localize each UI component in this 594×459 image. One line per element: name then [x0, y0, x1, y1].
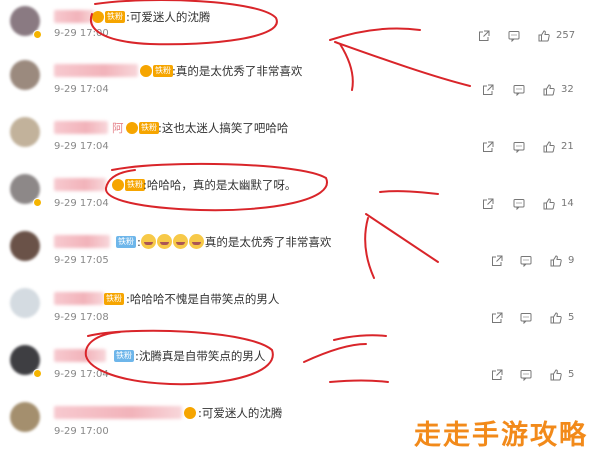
comment-text: :真的是太优秀了非常喜欢: [172, 64, 303, 78]
comment-icon[interactable]: [506, 28, 522, 44]
comment-text: :真的是太优秀了非常喜欢: [137, 234, 332, 249]
thumbs-up-icon[interactable]: [548, 310, 564, 326]
username-blurred[interactable]: [54, 64, 138, 77]
comment-text: :这也太迷人搞笑了吧哈哈: [158, 121, 289, 135]
like-count: 9: [568, 255, 575, 266]
crown-icon: [112, 179, 124, 191]
username-blurred[interactable]: [54, 349, 106, 362]
comment-actions: 14: [0, 196, 594, 212]
thumbs-up-icon[interactable]: [541, 82, 557, 98]
comment-actions: 9: [0, 253, 594, 269]
comment-actions: 21: [0, 139, 594, 155]
thumbs-up-icon[interactable]: [548, 367, 564, 383]
comment-actions: 257: [0, 28, 594, 44]
thumbs-up-icon[interactable]: [541, 196, 557, 212]
like-count: 257: [556, 30, 576, 41]
fan-badge: 铁粉: [126, 122, 159, 134]
fan-badge: 铁粉: [92, 11, 125, 23]
share-icon[interactable]: [489, 253, 505, 269]
laughing-emoji-icon: [188, 234, 204, 249]
fan-badge-label: 铁粉: [105, 11, 125, 23]
fan-badge: 铁粉: [114, 350, 134, 362]
comment-icon[interactable]: [511, 196, 527, 212]
site-watermark: 走走手游攻略: [414, 420, 588, 451]
like-count: 5: [568, 369, 575, 380]
fan-badge-label: 铁粉: [116, 236, 136, 248]
fan-badge: 铁粉: [140, 65, 173, 77]
crown-icon: [140, 65, 152, 77]
comment-body: 可爱迷人的沈腾: [129, 10, 211, 24]
comment-text: :沈腾真是自带笑点的男人: [135, 349, 266, 363]
fan-badge: 铁粉: [104, 293, 124, 305]
like-count: 32: [561, 84, 574, 95]
username-blurred[interactable]: [54, 121, 108, 134]
fan-badge-label: 铁粉: [125, 179, 145, 191]
comment-text: :哈哈哈不愧是自带笑点的男人: [126, 292, 280, 306]
username-blurred[interactable]: [54, 292, 104, 305]
crown-icon: [92, 11, 104, 23]
thumbs-up-icon[interactable]: [536, 28, 552, 44]
fan-badge: 铁粉: [112, 179, 145, 191]
comment-body: 真的是太优秀了非常喜欢: [204, 235, 332, 249]
share-icon[interactable]: [480, 196, 496, 212]
comment-icon[interactable]: [511, 139, 527, 155]
comment-body: 哈哈哈，真的是太幽默了呀。: [146, 178, 297, 192]
comment-actions: 32: [0, 82, 594, 98]
comment-icon[interactable]: [518, 367, 534, 383]
fan-badge: [184, 407, 197, 419]
laughing-emoji-icon: [140, 234, 156, 249]
comment-text: :可爱迷人的沈腾: [126, 10, 211, 24]
like-count: 14: [561, 198, 574, 209]
share-icon[interactable]: [480, 82, 496, 98]
username-blurred[interactable]: [54, 10, 94, 23]
fan-badge-label: 铁粉: [139, 122, 159, 134]
share-icon[interactable]: [480, 139, 496, 155]
thumbs-up-icon[interactable]: [548, 253, 564, 269]
comment-icon[interactable]: [518, 310, 534, 326]
comment-icon[interactable]: [511, 82, 527, 98]
comment-time: 9-29 17:00: [54, 426, 109, 437]
fan-badge-label: 铁粉: [153, 65, 173, 77]
comment-actions: 5: [0, 310, 594, 326]
username-blurred[interactable]: [54, 235, 110, 248]
comment-body: 这也太迷人搞笑了吧哈哈: [161, 121, 289, 135]
comment-body: 真的是太优秀了非常喜欢: [175, 64, 303, 78]
fan-badge-label: 铁粉: [104, 293, 124, 305]
comment-body: 沈腾真是自带笑点的男人: [138, 349, 266, 363]
fan-badge: 铁粉: [116, 236, 136, 248]
laughing-emoji-icon: [172, 234, 188, 249]
comment-text: :哈哈哈，真的是太幽默了呀。: [143, 178, 297, 192]
share-icon[interactable]: [489, 367, 505, 383]
thumbs-up-icon[interactable]: [541, 139, 557, 155]
fan-badge-label: 铁粉: [114, 350, 134, 362]
comment-body: 可爱迷人的沈腾: [201, 406, 283, 420]
comment-actions: 5: [0, 367, 594, 383]
comment-text: :可爱迷人的沈腾: [198, 406, 283, 420]
comment-icon[interactable]: [518, 253, 534, 269]
share-icon[interactable]: [489, 310, 505, 326]
username-suffix: 阿: [112, 121, 124, 135]
crown-icon: [126, 122, 138, 134]
share-icon[interactable]: [476, 28, 492, 44]
comment-body: 哈哈哈不愧是自带笑点的男人: [129, 292, 280, 306]
like-count: 21: [561, 141, 574, 152]
crown-icon: [184, 407, 196, 419]
like-count: 5: [568, 312, 575, 323]
laughing-emoji-icon: [156, 234, 172, 249]
username-blurred[interactable]: [54, 406, 182, 419]
avatar[interactable]: [10, 402, 40, 432]
username-blurred[interactable]: [54, 178, 106, 191]
